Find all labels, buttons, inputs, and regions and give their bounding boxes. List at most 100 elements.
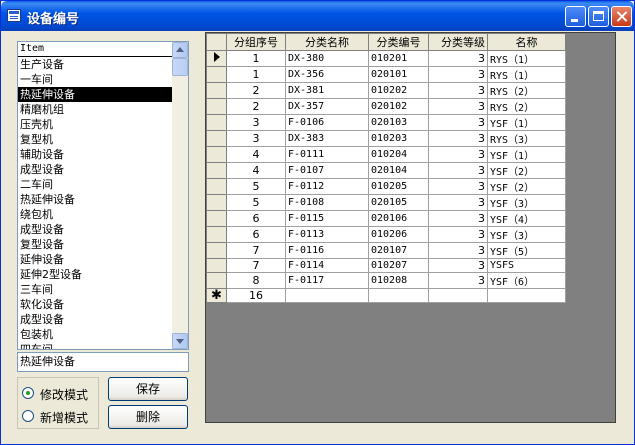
cell-category-code[interactable]: 020104	[368, 162, 429, 179]
table-row[interactable]: 5 F-0112 010205 3 YSF（2）	[206, 178, 566, 195]
list-item[interactable]: 压壳机	[18, 117, 172, 132]
cell-category-level[interactable]: 3	[428, 242, 488, 259]
cell-category-name[interactable]: DX-383	[285, 130, 369, 147]
row-selector[interactable]	[206, 226, 227, 243]
app-icon[interactable]	[7, 9, 21, 22]
cell-name[interactable]: YSF（3）	[487, 194, 566, 211]
row-selector[interactable]	[206, 178, 227, 195]
cell-name[interactable]: YSF（2）	[487, 162, 566, 179]
table-row[interactable]: 7 F-0116 020107 3 YSF（5）	[206, 242, 566, 259]
list-item[interactable]: 热延伸设备	[18, 192, 172, 207]
minimize-icon[interactable]	[565, 6, 586, 27]
row-selector[interactable]	[206, 50, 227, 67]
scroll-thumb[interactable]	[172, 58, 188, 76]
row-selector[interactable]	[206, 162, 227, 179]
cell-name[interactable]: RYS（1）	[487, 50, 566, 67]
column-header-category-name[interactable]: 分类名称	[285, 33, 369, 51]
row-selector[interactable]	[206, 82, 227, 99]
table-row[interactable]: 6 F-0113 010206 3 YSF（3）	[206, 226, 566, 243]
cell-category-level[interactable]: 3	[428, 50, 488, 67]
table-row[interactable]: 2 DX-357 020102 3 RYS（2）	[206, 98, 566, 115]
table-row[interactable]: 1 DX-356 020101 3 RYS（1）	[206, 66, 566, 83]
list-item[interactable]: 三车间	[18, 282, 172, 297]
cell-group-no[interactable]: 5	[226, 194, 286, 211]
cell-group-no[interactable]: 2	[226, 82, 286, 99]
cell-category-level[interactable]	[428, 288, 488, 303]
cell-category-code[interactable]: 010207	[368, 258, 429, 273]
cell-category-name[interactable]: F-0111	[285, 146, 369, 163]
list-scrollbar[interactable]	[172, 42, 188, 349]
cell-group-no[interactable]: 3	[226, 114, 286, 131]
list-item[interactable]: 辅助设备	[18, 147, 172, 162]
cell-category-level[interactable]: 3	[428, 146, 488, 163]
row-selector[interactable]	[206, 194, 227, 211]
scroll-down-icon[interactable]	[172, 333, 188, 349]
list-item[interactable]: 成型设备	[18, 222, 172, 237]
list-item[interactable]: 一车间	[18, 72, 172, 87]
list-item[interactable]: 延伸2型设备	[18, 267, 172, 282]
cell-category-level[interactable]: 3	[428, 162, 488, 179]
cell-group-no[interactable]: 7	[226, 258, 286, 273]
cell-group-no[interactable]: 16	[226, 288, 286, 303]
cell-group-no[interactable]: 5	[226, 178, 286, 195]
cell-category-code[interactable]	[368, 288, 429, 303]
cell-group-no[interactable]: 7	[226, 242, 286, 259]
cell-name[interactable]: YSF（4）	[487, 210, 566, 227]
cell-category-code[interactable]: 020101	[368, 66, 429, 83]
category-listbox[interactable]: Item 生产设备 一车间 热延伸设备 精磨机组 压壳机 复型机 辅助设备 成型设备 二车间 热延…	[17, 41, 189, 350]
cell-name[interactable]: YSF（1）	[487, 114, 566, 131]
column-header-group-no[interactable]: 分组序号	[226, 33, 286, 51]
cell-name[interactable]: YSF（1）	[487, 146, 566, 163]
list-item[interactable]: 包装机	[18, 327, 172, 342]
cell-category-level[interactable]: 3	[428, 226, 488, 243]
cell-category-level[interactable]: 3	[428, 82, 488, 99]
row-selector[interactable]	[206, 272, 227, 289]
table-row[interactable]: 7 F-0114 010207 3 YSFS	[206, 258, 566, 273]
cell-name[interactable]: RYS（3）	[487, 130, 566, 147]
cell-category-level[interactable]: 3	[428, 130, 488, 147]
radio-checked-icon[interactable]	[22, 387, 34, 399]
cell-name[interactable]: YSFS	[487, 258, 566, 273]
cell-group-no[interactable]: 1	[226, 66, 286, 83]
cell-category-name[interactable]: DX-357	[285, 98, 369, 115]
cell-category-level[interactable]: 3	[428, 66, 488, 83]
selected-item-field[interactable]: 热延伸设备	[17, 352, 189, 372]
scroll-up-icon[interactable]	[172, 42, 188, 58]
list-item[interactable]: 软化设备	[18, 297, 172, 312]
cell-category-code[interactable]: 010206	[368, 226, 429, 243]
list-item[interactable]: 成型设备	[18, 162, 172, 177]
cell-category-code[interactable]: 010205	[368, 178, 429, 195]
cell-category-level[interactable]: 3	[428, 272, 488, 289]
cell-group-no[interactable]: 6	[226, 210, 286, 227]
cell-category-code[interactable]: 010201	[368, 50, 429, 67]
cell-group-no[interactable]: 3	[226, 130, 286, 147]
cell-group-no[interactable]: 2	[226, 98, 286, 115]
list-item[interactable]: 复型机	[18, 132, 172, 147]
row-selector[interactable]	[206, 114, 227, 131]
list-item[interactable]: 复型设备	[18, 237, 172, 252]
maximize-icon[interactable]	[588, 6, 609, 27]
cell-category-level[interactable]: 3	[428, 258, 488, 273]
list-item[interactable]: 生产设备	[18, 57, 172, 72]
cell-category-name[interactable]: F-0115	[285, 210, 369, 227]
cell-category-name[interactable]: DX-381	[285, 82, 369, 99]
cell-category-code[interactable]: 010208	[368, 272, 429, 289]
list-item[interactable]: 绕包机	[18, 207, 172, 222]
cell-name[interactable]: YSF（3）	[487, 226, 566, 243]
cell-name[interactable]: RYS（1）	[487, 66, 566, 83]
list-item[interactable]: 延伸设备	[18, 252, 172, 267]
cell-category-level[interactable]: 3	[428, 210, 488, 227]
cell-group-no[interactable]: 4	[226, 146, 286, 163]
cell-category-name[interactable]: DX-356	[285, 66, 369, 83]
cell-group-no[interactable]: 4	[226, 162, 286, 179]
cell-group-no[interactable]: 1	[226, 50, 286, 67]
modify-mode-radio[interactable]: 修改模式	[20, 384, 98, 404]
radio-unchecked-icon[interactable]	[22, 410, 34, 422]
cell-category-code[interactable]: 010202	[368, 82, 429, 99]
cell-name[interactable]	[487, 288, 566, 303]
table-row[interactable]: 5 F-0108 020105 3 YSF（3）	[206, 194, 566, 211]
cell-category-code[interactable]: 020103	[368, 114, 429, 131]
cell-category-level[interactable]: 3	[428, 178, 488, 195]
delete-button[interactable]: 删除	[108, 405, 188, 429]
cell-name[interactable]: RYS（2）	[487, 82, 566, 99]
